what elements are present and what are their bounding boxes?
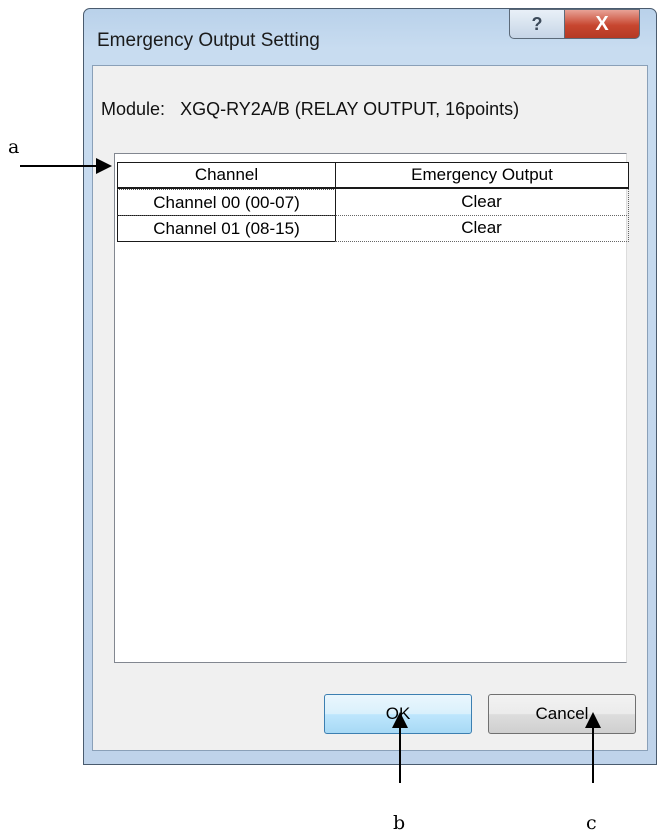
channel-grid[interactable]: Channel Emergency Output Channel 00 (00-…: [114, 153, 629, 663]
emergency-output-dialog: Emergency Output Setting ? X Module: XGQ…: [83, 8, 657, 765]
arrow-right-icon: [96, 158, 112, 174]
close-button[interactable]: X: [564, 9, 640, 39]
help-button[interactable]: ?: [509, 9, 565, 39]
arrow-up-icon: [392, 712, 408, 728]
channel-cell[interactable]: Channel 00 (00-07): [117, 189, 336, 216]
annotation-arrow-a: [20, 165, 102, 167]
dialog-client-area: Module: XGQ-RY2A/B (RELAY OUTPUT, 16poin…: [92, 65, 648, 751]
annotation-label-c: c: [586, 812, 597, 834]
cancel-button[interactable]: Cancel: [488, 694, 636, 734]
annotation-arrow-b: [399, 720, 401, 783]
module-label: Module:: [101, 99, 166, 119]
dialog-title: Emergency Output Setting: [97, 30, 320, 51]
column-header-channel[interactable]: Channel: [117, 162, 336, 189]
help-icon: ?: [531, 13, 543, 34]
close-icon: X: [595, 12, 609, 35]
arrow-up-icon: [585, 712, 601, 728]
emergency-output-cell[interactable]: Clear: [335, 189, 629, 216]
module-info: Module: XGQ-RY2A/B (RELAY OUTPUT, 16poin…: [101, 99, 519, 120]
module-value: XGQ-RY2A/B (RELAY OUTPUT, 16points): [180, 99, 520, 119]
channel-cell[interactable]: Channel 01 (08-15): [117, 215, 336, 242]
emergency-output-cell[interactable]: Clear: [335, 215, 629, 242]
annotation-label-b: b: [393, 812, 406, 834]
annotation-arrow-c: [592, 720, 594, 783]
annotation-label-a: a: [8, 136, 20, 158]
column-header-emergency-output[interactable]: Emergency Output: [335, 162, 629, 189]
